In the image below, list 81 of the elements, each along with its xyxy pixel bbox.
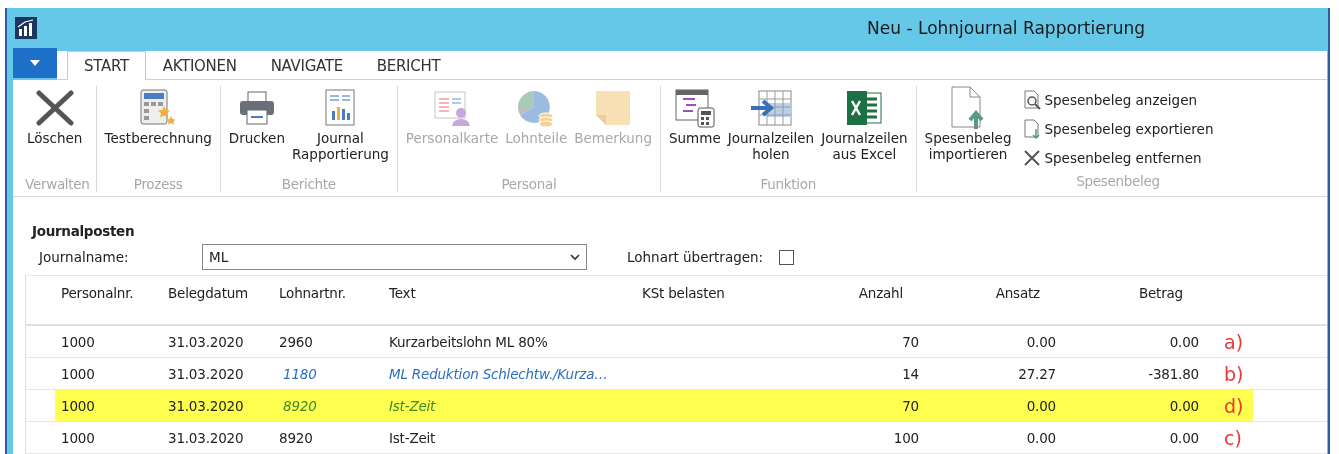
group-label: Spesenbeleg xyxy=(1075,173,1161,189)
annotation-label: d) xyxy=(1224,394,1245,417)
calculator-list-icon xyxy=(673,88,716,128)
table-cell[interactable]: ML Reduktion Schlechtw./Kurza… xyxy=(389,365,608,382)
ribbon-button[interactable]: Journalzeilen holen xyxy=(725,86,817,176)
person-card-icon xyxy=(432,89,473,127)
table-cell: 8920 xyxy=(283,397,317,414)
column-header[interactable]: Anzahl xyxy=(816,285,921,324)
checkbox[interactable] xyxy=(779,249,795,265)
annotation-label: a) xyxy=(1224,330,1245,353)
document-arrow-icon xyxy=(1022,119,1043,139)
table-cell: -381.80 xyxy=(1148,365,1199,382)
ribbon-button[interactable]: Spesenbeleg importieren xyxy=(922,86,1014,192)
table-cell: 31.03.2020 xyxy=(168,397,244,414)
menu-dropdown-button[interactable] xyxy=(13,48,57,78)
window-title: Neu - Lohnjournal Rapportierung xyxy=(867,18,1145,38)
group-label: Funktion xyxy=(759,176,817,192)
chevron-down-icon xyxy=(570,253,580,261)
table-cell: Ist-Zeit xyxy=(389,429,436,446)
ribbon-button[interactable]: Löschen xyxy=(25,86,85,176)
table-arrow-icon xyxy=(748,89,793,127)
table-cell: 8920 xyxy=(279,429,313,446)
column-header[interactable]: Lohnartnr. xyxy=(273,285,383,324)
journal-name-dropdown[interactable]: ML xyxy=(202,244,587,270)
column-header[interactable]: Text xyxy=(383,285,636,324)
ribbon-button[interactable]: Journalzeilen aus Excel xyxy=(819,86,910,176)
cross-icon xyxy=(1022,148,1043,168)
ribbon-small-button[interactable]: Spesenbeleg entfernen xyxy=(1022,144,1214,172)
table-cell: 0.00 xyxy=(1169,397,1199,414)
group-label: Prozess xyxy=(132,176,184,192)
table-cell: 1000 xyxy=(61,429,95,446)
table-cell[interactable]: 1180 xyxy=(283,365,317,382)
table-cell: 70 xyxy=(902,333,919,350)
table-cell: 14 xyxy=(902,365,919,382)
ribbon-small-button[interactable]: Spesenbeleg exportieren xyxy=(1022,115,1214,143)
field-label: Lohnart übertragen: xyxy=(627,249,764,265)
table-cell: 31.03.2020 xyxy=(168,429,244,446)
annotation-label: c) xyxy=(1224,426,1243,449)
report-icon xyxy=(324,89,357,127)
column-header[interactable]: Ansatz xyxy=(921,285,1058,324)
ribbon-tab[interactable]: BERICHT xyxy=(359,51,458,80)
ribbon-tab[interactable]: NAVIGATE xyxy=(253,51,360,80)
caret-icon xyxy=(30,60,40,66)
group-label: Verwalten xyxy=(25,176,90,192)
table-cell: 0.00 xyxy=(1026,333,1056,350)
table-cell: 27.27 xyxy=(1018,365,1056,382)
group-label: Berichte xyxy=(280,176,337,192)
section-title: Journalposten xyxy=(32,223,136,239)
field-label: Journalname: xyxy=(37,249,130,265)
document-search-icon xyxy=(1022,90,1043,110)
column-header[interactable]: Betrag xyxy=(1058,285,1201,324)
ribbon-button[interactable]: Journal Rapportierung xyxy=(289,86,391,176)
table-cell: 70 xyxy=(902,397,919,414)
app-logo-icon xyxy=(15,17,37,39)
note-icon xyxy=(594,89,633,127)
table-cell: Ist-Zeit xyxy=(389,397,436,414)
ribbon-tab[interactable]: AKTIONEN xyxy=(145,51,254,80)
table-cell: 2960 xyxy=(279,333,313,350)
table-cell: 31.03.2020 xyxy=(168,365,244,382)
table-cell: 0.00 xyxy=(1026,429,1056,446)
table-cell: 1000 xyxy=(61,397,95,414)
ribbon-tab[interactable]: START xyxy=(67,51,146,80)
spreadsheet-icon xyxy=(845,90,884,126)
table-cell: Kurzarbeitslohn ML 80% xyxy=(389,333,548,350)
table-cell: 1000 xyxy=(61,333,95,350)
column-header[interactable]: Personalnr. xyxy=(55,285,162,324)
annotation-label: b) xyxy=(1224,362,1245,385)
cross-icon xyxy=(34,90,75,126)
ribbon-button[interactable]: Testberechnung xyxy=(102,86,214,176)
table-cell: 100 xyxy=(893,429,919,446)
table-cell: 1000 xyxy=(61,365,95,382)
column-header[interactable]: Belegdatum xyxy=(162,285,273,324)
ribbon-button[interactable]: Summe xyxy=(666,86,723,176)
table-cell: 0.00 xyxy=(1169,429,1199,446)
table-cell: 0.00 xyxy=(1169,333,1199,350)
table-cell: 31.03.2020 xyxy=(168,333,244,350)
ribbon-small-button[interactable]: Spesenbeleg anzeigen xyxy=(1022,86,1214,114)
ribbon-button[interactable]: Drucken xyxy=(226,86,287,176)
table-cell: 0.00 xyxy=(1026,397,1056,414)
group-label: Personal xyxy=(500,176,558,192)
column-header[interactable]: KSt belasten xyxy=(636,285,816,324)
